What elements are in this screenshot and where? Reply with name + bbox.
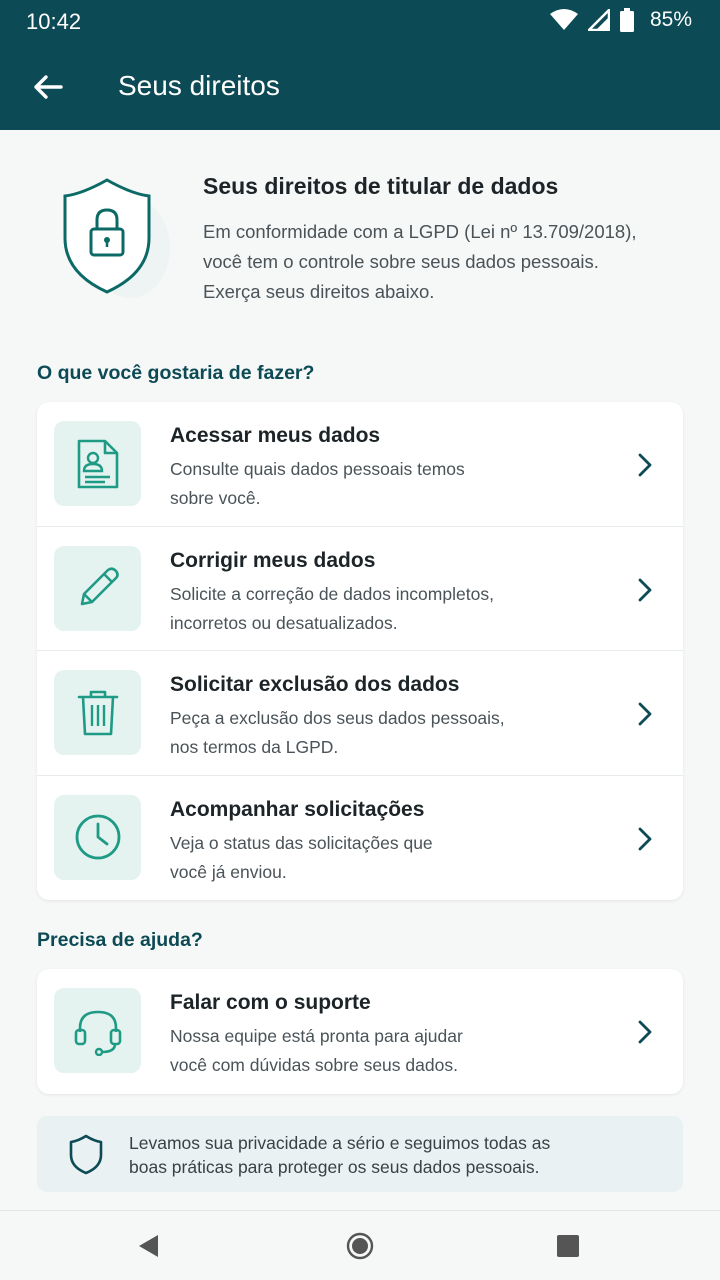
list-item-track-requests[interactable]: Acompanhar solicitações Veja o status da… (37, 776, 683, 901)
privacy-note: Levamos sua privacidade a sério e seguim… (37, 1116, 683, 1192)
list-item-access-data[interactable]: Acessar meus dados Consulte quais dados … (37, 402, 683, 527)
item-desc-line: nos termos da LGPD. (170, 737, 339, 757)
icon-tile (54, 988, 141, 1073)
home-circle-icon (346, 1232, 374, 1260)
chevron-right-icon (638, 453, 652, 477)
note-line: Levamos sua privacidade a sério e seguim… (129, 1133, 551, 1153)
list-item-correct-data[interactable]: Corrigir meus dados Solicite a correção … (37, 527, 683, 651)
battery-icon (619, 8, 634, 32)
item-desc-line: Solicite a correção de dados incompletos… (170, 583, 494, 604)
headset-icon (74, 1010, 121, 1056)
battery-percent: 85% (649, 8, 692, 31)
icon-tile (54, 545, 141, 631)
icon-tile (54, 421, 141, 506)
back-button[interactable] (22, 61, 74, 113)
pencil-icon (80, 567, 119, 606)
page-title: Seus direitos (118, 70, 280, 101)
nav-back-button[interactable] (134, 1231, 164, 1261)
icon-tile (54, 670, 141, 755)
status-time: 10:42 (26, 9, 82, 34)
arrow-left-icon (34, 75, 63, 99)
privacy-note-text: Levamos sua privacidade a sério e seguim… (129, 1131, 649, 1179)
section-label-help: Precisa de ajuda? (37, 929, 203, 951)
signal-icon (587, 9, 610, 31)
top-bar: 10:42 85% Seus direitos (0, 0, 720, 130)
triangle-back-icon (139, 1235, 158, 1257)
status-bar: 10:42 85% (0, 0, 720, 44)
item-title: Acessar meus dados (170, 424, 381, 447)
status-icons: 85% (549, 8, 692, 32)
item-description: Solicite a correção de dados incompletos… (170, 580, 570, 638)
item-title: Acompanhar solicitações (170, 797, 425, 821)
list-item-delete-data[interactable]: Solicitar exclusão dos dados Peça a excl… (37, 651, 683, 776)
item-description: Veja o status das solicitações que você … (170, 829, 570, 887)
icon-tile (54, 794, 141, 880)
item-desc-line: sobre você. (170, 488, 261, 508)
item-description: Peça a exclusão dos seus dados pessoais,… (170, 704, 570, 762)
note-line: boas práticas para proteger os seus dado… (129, 1157, 540, 1177)
item-title: Falar com o suporte (170, 991, 371, 1014)
chevron-right-icon (638, 578, 652, 601)
intro-title: Seus direitos de titular de dados (203, 173, 559, 199)
chevron-right-icon (638, 827, 652, 850)
item-desc-line: Nossa equipe está pronta para ajudar (170, 1026, 463, 1046)
item-desc-line: você já enviou. (170, 861, 287, 882)
intro-line: você tem o controle sobre seus dados pes… (203, 251, 599, 272)
shield-icon (69, 1134, 103, 1175)
item-description: Nossa equipe está pronta para ajudar voc… (170, 1022, 570, 1080)
square-recents-icon (557, 1235, 579, 1257)
item-desc-line: Peça a exclusão dos seus dados pessoais, (170, 708, 505, 728)
section-label-actions: O que você gostaria de fazer? (37, 362, 315, 384)
chevron-right-icon (638, 1020, 652, 1044)
list-item-contact-support[interactable]: Falar com o suporte Nossa equipe está pr… (37, 969, 683, 1094)
system-nav-bar (0, 1210, 720, 1280)
actions-card: Acessar meus dados Consulte quais dados … (37, 402, 683, 900)
nav-recents-button[interactable] (553, 1231, 583, 1261)
intro-line: Exerça seus direitos abaixo. (203, 281, 435, 302)
chevron-right-icon (638, 702, 652, 726)
nav-home-button[interactable] (345, 1231, 375, 1261)
help-card: Falar com o suporte Nossa equipe está pr… (37, 969, 683, 1094)
wifi-icon (549, 9, 578, 30)
shield-lock-icon (52, 168, 182, 308)
document-person-icon (77, 439, 118, 488)
intro-line: Em conformidade com a LGPD (Lei nº 13.70… (203, 221, 637, 242)
trash-icon (77, 690, 118, 735)
item-description: Consulte quais dados pessoais temos sobr… (170, 455, 570, 513)
item-title: Solicitar exclusão dos dados (170, 673, 460, 696)
item-desc-line: Veja o status das solicitações que (170, 832, 433, 853)
item-desc-line: incorretos ou desatualizados. (170, 612, 398, 633)
app-bar: Seus direitos (0, 44, 720, 130)
item-desc-line: Consulte quais dados pessoais temos (170, 459, 465, 479)
intro-text: Em conformidade com a LGPD (Lei nº 13.70… (203, 217, 703, 307)
clock-icon (75, 814, 120, 860)
item-desc-line: você com dúvidas sobre seus dados. (170, 1055, 458, 1075)
item-title: Corrigir meus dados (170, 548, 376, 572)
